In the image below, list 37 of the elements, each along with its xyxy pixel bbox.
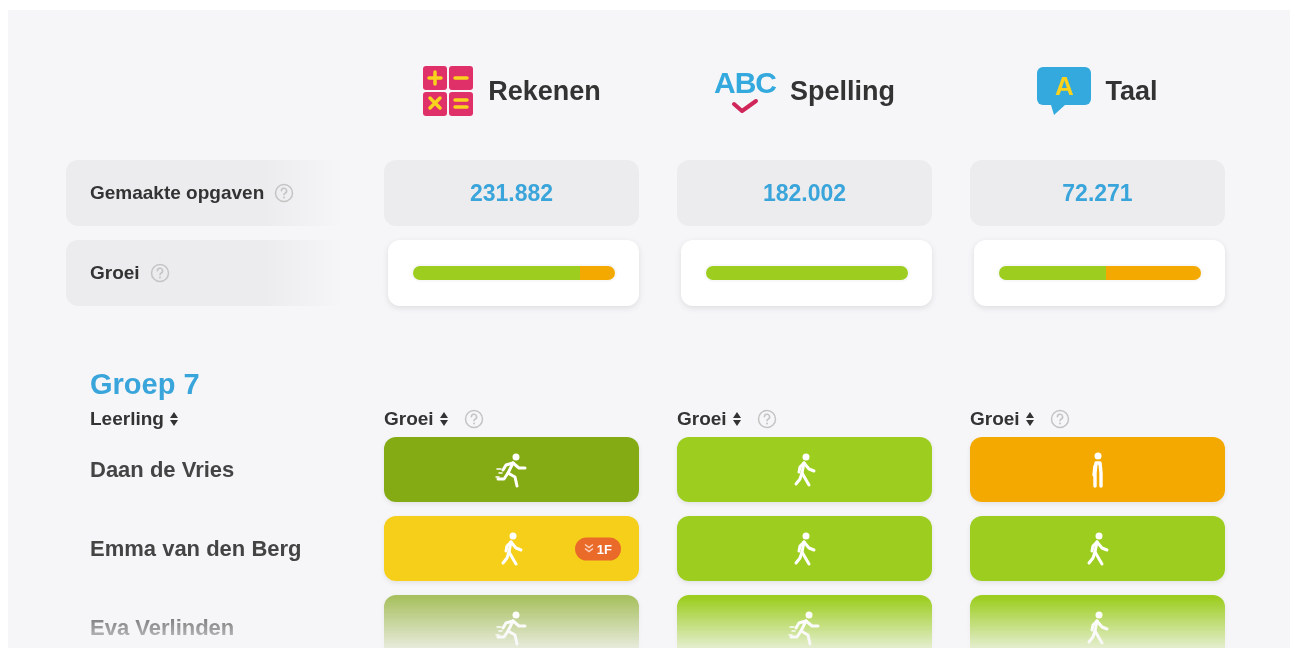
student-name: Daan de Vries <box>89 456 236 483</box>
help-icon[interactable] <box>463 409 484 429</box>
help-icon[interactable] <box>1049 409 1070 429</box>
standing-person-icon <box>1091 451 1104 488</box>
group-title: Groep 7 <box>90 368 201 401</box>
help-icon[interactable] <box>756 409 777 429</box>
growth-cell[interactable] <box>970 595 1225 648</box>
growth-cell[interactable] <box>677 516 932 581</box>
help-icon[interactable] <box>274 183 295 203</box>
growth-cell[interactable] <box>677 437 932 502</box>
column-header[interactable]: Groei <box>677 408 727 430</box>
growth-cell[interactable] <box>970 516 1225 581</box>
column-header[interactable]: Groei <box>384 408 434 430</box>
decline-segment <box>580 266 615 280</box>
student-name: Eva Verlinden <box>89 614 236 641</box>
exercise-count: 72.271 <box>970 160 1225 226</box>
student-name: Emma van den Berg <box>89 535 303 562</box>
stat-label-text: Gemaakte opgaven <box>90 182 265 204</box>
subject-title: Taal <box>1105 75 1158 107</box>
exercise-count: 231.882 <box>384 160 639 226</box>
level-badge: 1F <box>574 537 621 560</box>
growth-cell[interactable] <box>384 437 639 502</box>
sort-icon[interactable] <box>732 412 741 426</box>
growth-cell[interactable] <box>384 595 639 648</box>
stat-label-text: Groei <box>90 262 140 284</box>
column-header[interactable]: Groei <box>970 408 1020 430</box>
sort-icon[interactable] <box>1025 412 1034 426</box>
calculator-icon <box>422 65 475 117</box>
growth-cell[interactable] <box>677 595 932 648</box>
exercise-count: 182.002 <box>677 160 932 226</box>
subject-title: Rekenen <box>488 75 601 107</box>
sort-icon[interactable] <box>439 412 448 426</box>
growth-cell[interactable] <box>970 437 1225 502</box>
column-header[interactable]: Leerling <box>90 408 164 430</box>
help-icon[interactable] <box>149 263 170 283</box>
sort-icon[interactable] <box>169 412 178 426</box>
subject-title: Spelling <box>790 75 895 107</box>
